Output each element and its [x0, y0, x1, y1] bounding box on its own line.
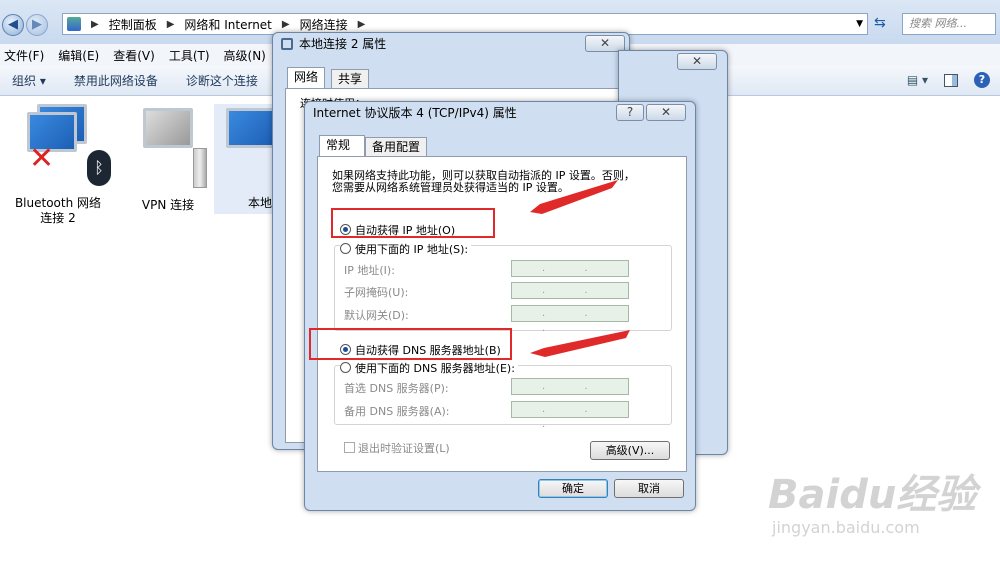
arrow-icon	[530, 330, 630, 357]
watermark-logo: Baidu经验	[768, 472, 977, 518]
arrow-icon	[530, 180, 618, 214]
watermark-url: jingyan.baidu.com	[772, 518, 920, 537]
